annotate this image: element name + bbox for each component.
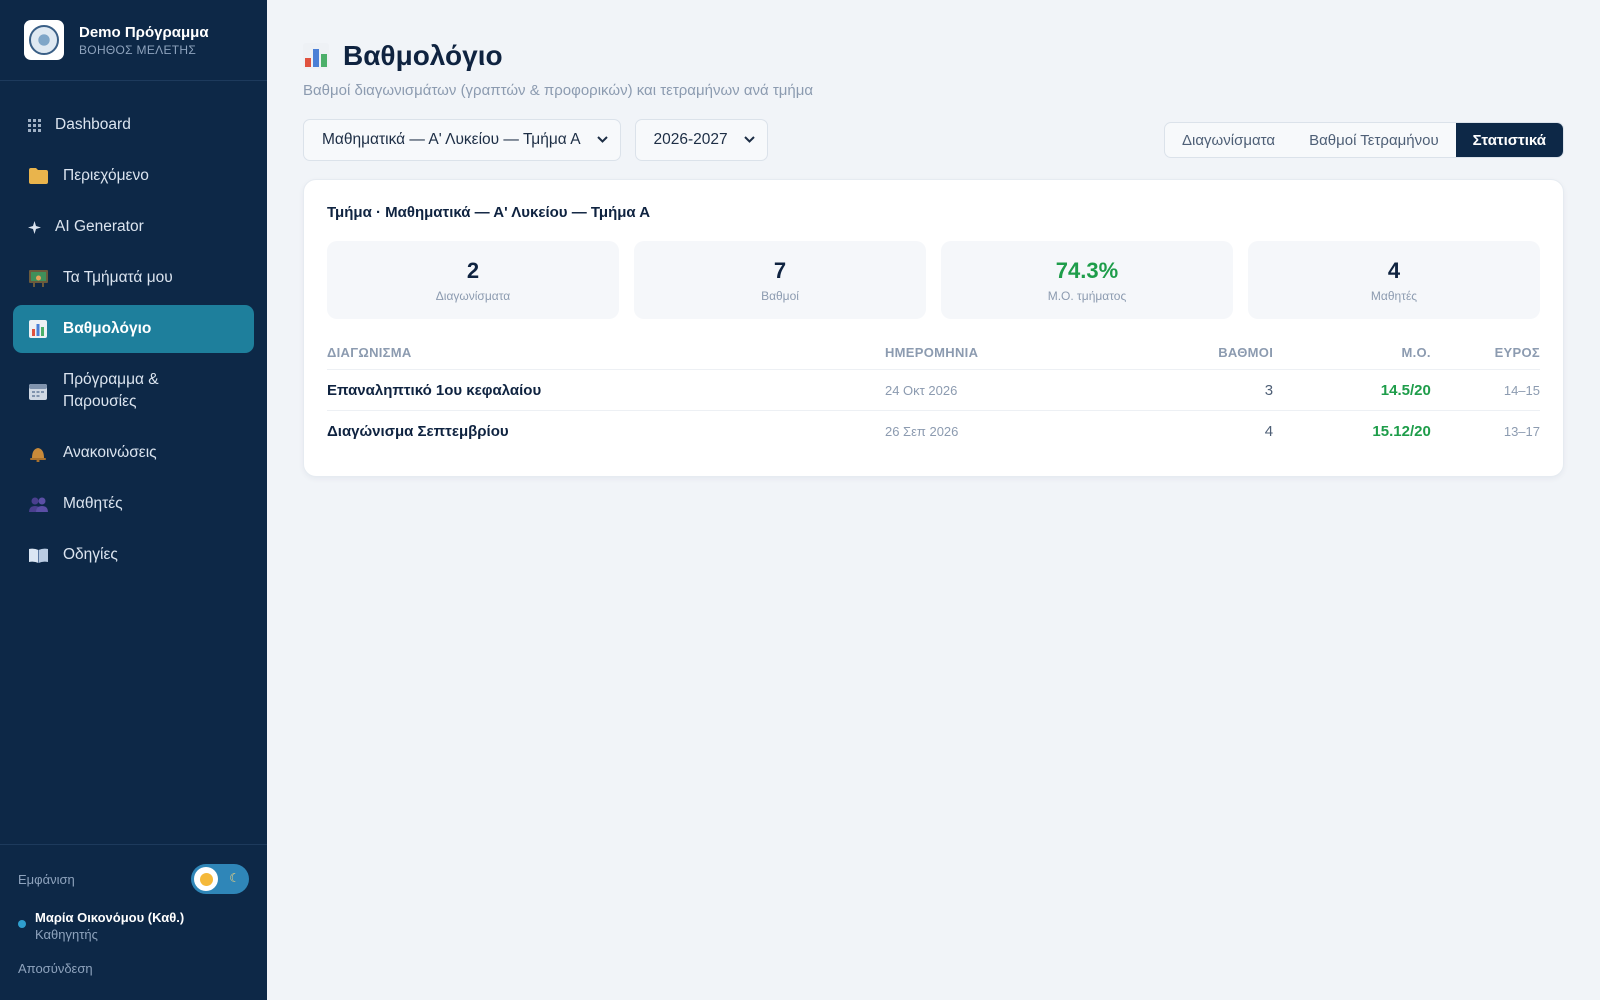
stats-row: 2 Διαγωνίσματα 7 Βαθμοί 74.3% Μ.Ο. τμήμα… [327, 241, 1540, 319]
stat-label: Διαγωνίσματα [435, 288, 511, 303]
sidebar-item-content[interactable]: Περιεχόμενο [13, 152, 254, 200]
exam-average: 14.5/20 [1273, 369, 1431, 411]
stat-label: Μαθητές [1370, 288, 1418, 303]
main-content: Βαθμολόγιο Βαθμοί διαγωνισμάτων (γραπτών… [267, 0, 1600, 1000]
sidebar-item-label: Πρόγραμμα & Παρουσίες [63, 371, 159, 410]
bar-chart-icon [303, 43, 329, 69]
exam-date: 24 Οκτ 2026 [884, 369, 1128, 411]
tab-term-grades[interactable]: Βαθμοί Τετραμήνου [1292, 123, 1456, 157]
stat-value: 2 [466, 257, 480, 283]
stat-class-average: 74.3% Μ.Ο. τμήματος [941, 241, 1233, 319]
page-header: Βαθμολόγιο [303, 40, 1564, 72]
bar-chart-icon [27, 320, 49, 338]
stats-card: Τμήμα · Μαθηματικά — Α' Λυκείου — Τμήμα … [303, 179, 1564, 477]
sidebar-item-label: Τα Τμήματά μου [63, 269, 173, 286]
sidebar-item-dashboard[interactable]: Dashboard [13, 101, 254, 149]
sidebar-item-label: AI Generator [55, 218, 144, 235]
exam-date: 26 Σεπ 2026 [884, 423, 959, 439]
exams-table: ΔΙΑΓΩΝΙΣΜΑ ΗΜΕΡΟΜΗΝΙΑ ΒΑΘΜΟΙ Μ.Ο. ΕΥΡΟΣ … [327, 345, 1540, 452]
exam-range: 14–15 [1430, 369, 1540, 411]
tab-exams[interactable]: Διαγωνίσματα [1165, 123, 1292, 157]
sidebar-item-announcements[interactable]: Ανακοινώσεις [13, 429, 254, 477]
brand-title: Demo Πρόγραμμα [79, 23, 209, 41]
sidebar-item-ai-generator[interactable]: AI Generator [13, 203, 254, 251]
user-info: Μαρία Οικονόμου (Καθ.) Καθηγητής [18, 910, 249, 942]
exam-grades-count: 3 [1127, 369, 1274, 411]
logout-link[interactable]: Αποσύνδεση [18, 961, 249, 976]
chevron-down-icon [596, 134, 608, 146]
stat-value: 4 [1387, 257, 1401, 283]
user-name: Μαρία Οικονόμου (Καθ.) [35, 910, 185, 925]
sidebar-item-label: Βαθμολόγιο [63, 320, 152, 337]
sidebar-item-label: Ανακοινώσεις [63, 444, 157, 461]
exam-name: Επαναληπτικό 1ου κεφαλαίου [327, 369, 885, 411]
page-subtitle: Βαθμοί διαγωνισμάτων (γραπτών & προφορικ… [303, 82, 814, 99]
class-select-value: Μαθηματικά — Α' Λυκείου — Τμήμα Α [322, 131, 581, 148]
sparkle-icon [27, 218, 41, 236]
brand: Demo Πρόγραμμα ΒΟΗΘΟΣ ΜΕΛΕΤΗΣ [0, 0, 267, 81]
sidebar-item-label: Dashboard [55, 116, 131, 133]
book-icon [27, 546, 49, 564]
sidebar-item-schedule[interactable]: Πρόγραμμα & Παρουσίες [13, 356, 254, 426]
year-select[interactable]: 2026-2027 [634, 119, 768, 161]
tab-statistics[interactable]: Στατιστικά [1455, 123, 1563, 157]
stat-label: Μ.Ο. τμήματος [1047, 288, 1127, 303]
appearance-row: Εμφάνιση ☾ [18, 863, 249, 895]
class-select[interactable]: Μαθηματικά — Α' Λυκείου — Τμήμα Α [303, 119, 621, 161]
col-range: ΕΥΡΟΣ [1430, 345, 1540, 370]
brand-logo [24, 20, 64, 60]
sidebar-footer: Εμφάνιση ☾ Μαρία Οικονόμου (Καθ.) Καθηγη… [0, 844, 267, 1000]
stat-value: 74.3% [1055, 257, 1119, 283]
table-row[interactable]: Διαγώνισμα Σεπτεμβρίου 26 Σεπ 2026 4 15.… [327, 411, 1540, 452]
col-average: Μ.Ο. [1273, 345, 1431, 370]
sidebar-item-gradebook[interactable]: Βαθμολόγιο [13, 305, 254, 353]
sidebar-nav: Dashboard Περιεχόμενο AI Generator Τα Τμ… [0, 81, 267, 579]
stat-grades: 7 Βαθμοί [634, 241, 926, 319]
exam-name: Διαγώνισμα Σεπτεμβρίου [327, 422, 509, 440]
sidebar-item-my-classes[interactable]: Τα Τμήματά μου [13, 254, 254, 302]
exam-range: 13–17 [1503, 423, 1540, 439]
table-header-row: ΔΙΑΓΩΝΙΣΜΑ ΗΜΕΡΟΜΗΝΙΑ ΒΑΘΜΟΙ Μ.Ο. ΕΥΡΟΣ [327, 345, 1540, 370]
exam-average: 15.12/20 [1372, 422, 1431, 440]
stat-exams: 2 Διαγωνίσματα [327, 241, 619, 319]
exam-grades-count: 4 [1264, 422, 1274, 440]
sidebar-item-label: Περιεχόμενο [63, 167, 149, 184]
stat-students: 4 Μαθητές [1248, 241, 1540, 319]
sidebar: Demo Πρόγραμμα ΒΟΗΘΟΣ ΜΕΛΕΤΗΣ Dashboard … [0, 0, 267, 1000]
sidebar-item-label: Οδηγίες [63, 546, 118, 563]
col-grades: ΒΑΘΜΟΙ [1127, 345, 1274, 370]
sidebar-item-guides[interactable]: Οδηγίες [13, 531, 254, 579]
stat-label: Βαθμοί [761, 288, 799, 303]
theme-toggle[interactable]: ☾ [191, 864, 249, 894]
grid-icon [27, 116, 41, 134]
moon-icon: ☾ [229, 871, 240, 885]
folder-icon [27, 167, 49, 185]
sidebar-item-students[interactable]: Μαθητές [13, 480, 254, 528]
view-tabs: Διαγωνίσματα Βαθμοί Τετραμήνου Στατιστικ… [1164, 122, 1564, 158]
sidebar-item-label: Μαθητές [63, 495, 123, 512]
year-select-value: 2026-2027 [653, 131, 728, 148]
stat-value: 7 [773, 257, 787, 283]
sun-icon [194, 867, 218, 891]
online-status-dot [18, 920, 26, 928]
bell-icon [27, 444, 49, 462]
user-role: Καθηγητής [35, 927, 98, 942]
filter-bar: Μαθηματικά — Α' Λυκείου — Τμήμα Α 2026-2… [303, 119, 1564, 161]
brand-subtitle: ΒΟΗΘΟΣ ΜΕΛΕΤΗΣ [79, 42, 197, 57]
col-exam: ΔΙΑΓΩΝΙΣΜΑ [327, 345, 885, 370]
users-icon [27, 495, 49, 513]
col-date: ΗΜΕΡΟΜΗΝΙΑ [884, 345, 1128, 370]
calendar-icon [27, 382, 49, 400]
classroom-icon [27, 269, 49, 287]
chevron-down-icon [743, 134, 755, 146]
appearance-label: Εμφάνιση [18, 871, 75, 887]
page-title: Βαθμολόγιο [343, 40, 503, 71]
table-row[interactable]: Επαναληπτικό 1ου κεφαλαίου 24 Οκτ 2026 3… [327, 369, 1540, 411]
card-title: Τμήμα · Μαθηματικά — Α' Λυκείου — Τμήμα … [327, 204, 651, 221]
